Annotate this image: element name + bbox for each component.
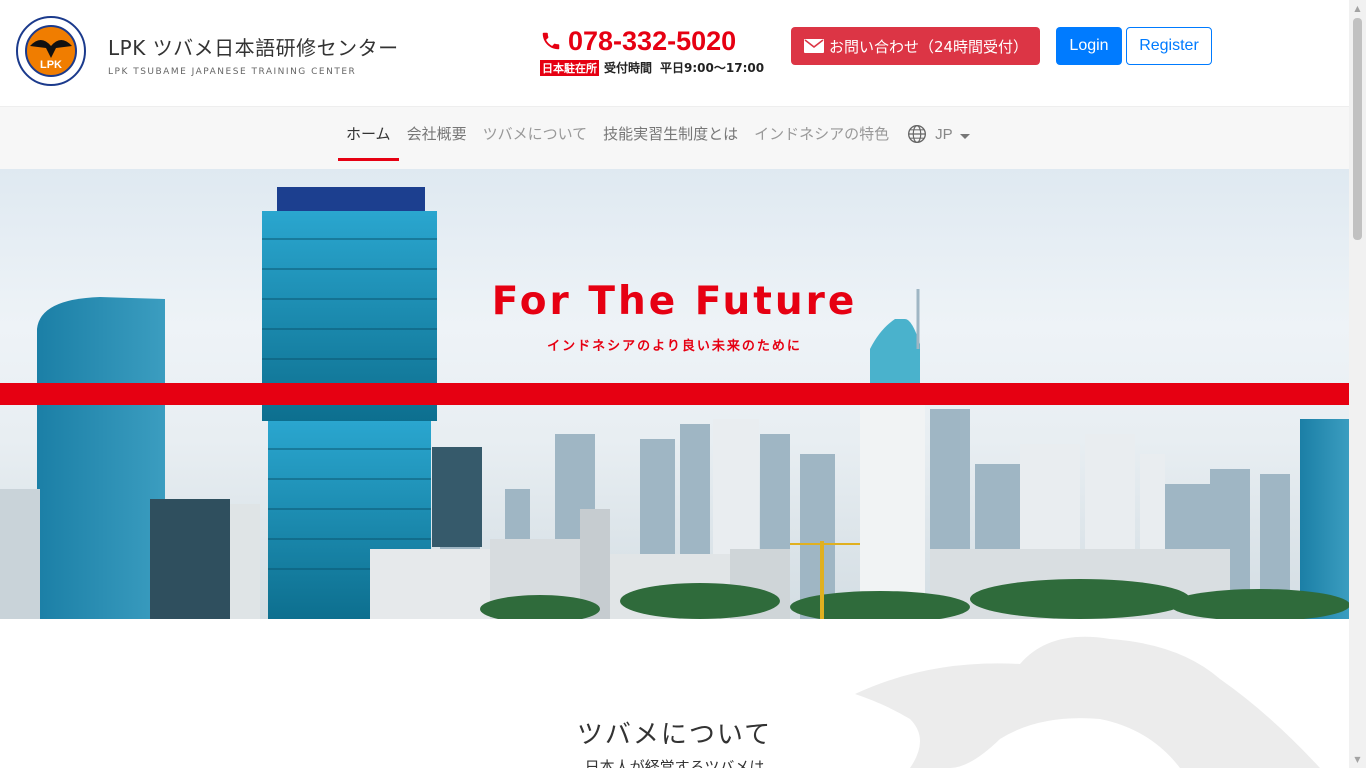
phone-number-text: 078-332-5020 bbox=[568, 26, 737, 56]
main-nav: ホーム 会社概要 ツバメについて 技能実習生制度とは インドネシアの特色 JP bbox=[0, 106, 1349, 170]
nav-item-training-system[interactable]: 技能実習生制度とは bbox=[595, 107, 746, 161]
login-button[interactable]: Login bbox=[1056, 27, 1122, 65]
section-text: 日本人が経営するツバメは bbox=[584, 758, 765, 768]
scrollbar-thumb[interactable] bbox=[1353, 18, 1362, 240]
chevron-down-icon bbox=[959, 133, 970, 139]
section-title: ツバメについて bbox=[576, 720, 773, 750]
scroll-down-icon[interactable]: ▼ bbox=[1349, 751, 1366, 768]
nav-item-about[interactable]: ツバメについて bbox=[475, 107, 596, 161]
phone-number[interactable]: 078-332-5020 bbox=[540, 26, 764, 56]
contact-info: 078-332-5020 日本駐在所 受付時間 平日9:00〜17:00 bbox=[540, 26, 764, 76]
register-button[interactable]: Register bbox=[1126, 27, 1212, 65]
nav-items: ホーム 会社概要 ツバメについて 技能実習生制度とは インドネシアの特色 JP bbox=[338, 107, 980, 170]
mail-icon bbox=[803, 39, 824, 53]
contact-button-label: お問い合わせ（24時間受付） bbox=[828, 37, 1029, 56]
svg-text:LPK: LPK bbox=[40, 59, 62, 71]
hero-banner: For The Future インドネシアのより良い未来のために bbox=[0, 169, 1349, 619]
nav-item-indonesia[interactable]: インドネシアの特色 bbox=[746, 107, 897, 161]
brand-name-jp: LPK ツバメ日本語研修センター bbox=[108, 36, 399, 60]
language-label: JP bbox=[935, 125, 953, 143]
office-tag: 日本駐在所 bbox=[540, 59, 599, 76]
brand[interactable]: LPK ツバメ日本語研修センター LPK TSUBAME JAPANESE TR… bbox=[108, 32, 399, 77]
page: LPK LPK ツバメ日本語研修センター LPK TSUBAME JAPANES… bbox=[0, 0, 1349, 768]
nav-item-home[interactable]: ホーム bbox=[338, 107, 399, 161]
office-hours: 日本駐在所 受付時間 平日9:00〜17:00 bbox=[540, 59, 764, 76]
scroll-up-icon[interactable]: ▲ bbox=[1349, 0, 1366, 17]
hero-red-band bbox=[0, 383, 1349, 405]
brand-name-en: LPK TSUBAME JAPANESE TRAINING CENTER bbox=[108, 67, 357, 77]
hero-subtitle: インドネシアのより良い未来のために bbox=[547, 339, 802, 354]
about-section: ツバメについて 日本人が経営するツバメは bbox=[0, 619, 1349, 768]
nav-item-company[interactable]: 会社概要 bbox=[399, 107, 475, 161]
contact-button[interactable]: お問い合わせ（24時間受付） bbox=[791, 27, 1040, 65]
hours-label: 受付時間 bbox=[604, 61, 653, 75]
site-header: LPK LPK ツバメ日本語研修センター LPK TSUBAME JAPANES… bbox=[0, 0, 1349, 106]
logo-emblem-icon: LPK bbox=[16, 16, 86, 86]
site-logo[interactable]: LPK bbox=[16, 16, 86, 86]
vertical-scrollbar[interactable]: ▲ ▼ bbox=[1349, 0, 1366, 768]
globe-icon bbox=[908, 125, 927, 143]
phone-icon bbox=[542, 32, 560, 50]
hero-title: For The Future bbox=[491, 279, 858, 324]
hours-value: 平日9:00〜17:00 bbox=[660, 61, 765, 75]
language-selector[interactable]: JP bbox=[897, 107, 980, 161]
